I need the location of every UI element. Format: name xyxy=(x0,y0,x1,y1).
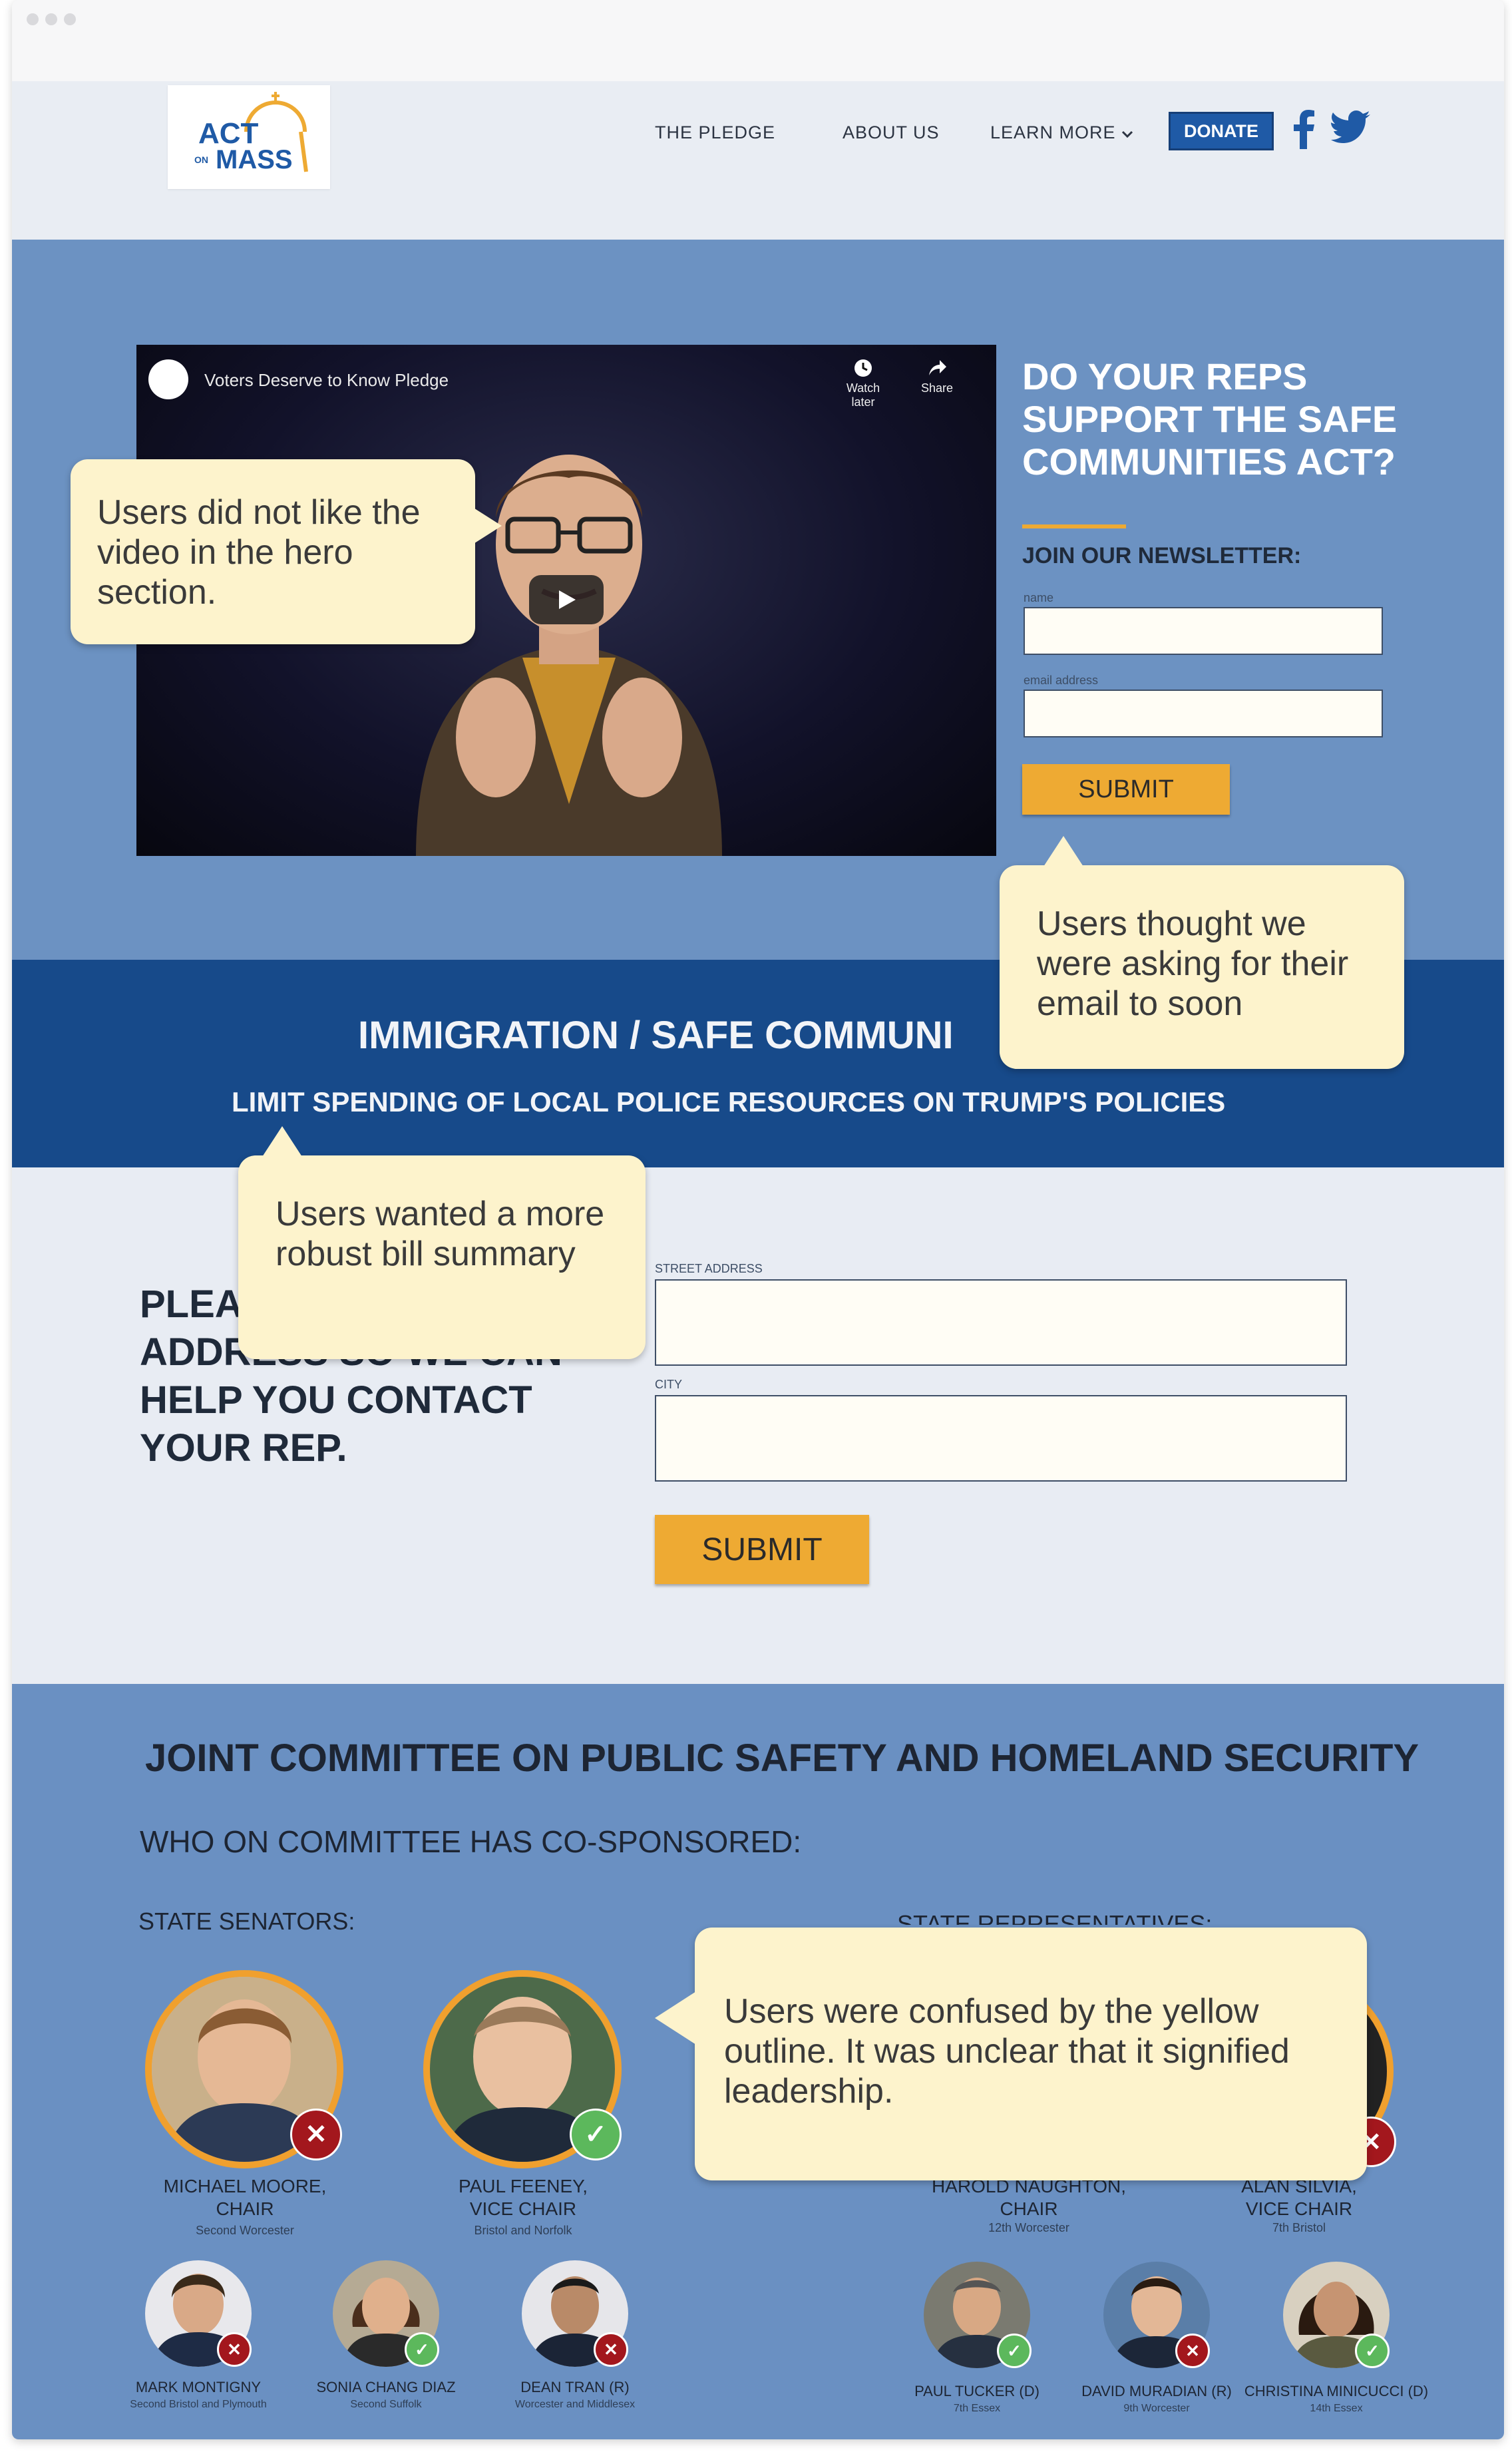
play-button[interactable] xyxy=(529,575,604,624)
share-label: Share xyxy=(920,381,954,395)
facebook-icon[interactable] xyxy=(1292,109,1316,152)
senator-leader-district: Second Worcester xyxy=(196,2224,294,2237)
newsletter-name-input[interactable] xyxy=(1024,607,1383,655)
site-header: ACT ON MASS THE PLEDGE ABOUT US LEARN MO… xyxy=(12,81,1504,241)
senator-district: Second Suffolk xyxy=(350,2399,422,2410)
callout-text: Users did not like the video in the hero… xyxy=(97,493,421,612)
rep-leader-district: 12th Worcester xyxy=(988,2221,1069,2234)
chevron-down-icon xyxy=(1122,130,1133,138)
nav-about-us[interactable]: ABOUT US xyxy=(843,122,940,143)
callout-text: Users were confused by the yellow outlin… xyxy=(724,1992,1290,2111)
site-logo[interactable]: ACT ON MASS xyxy=(168,85,330,189)
address-submit-button[interactable]: SUBMIT xyxy=(655,1515,869,1584)
callout-email: Users thought we were asking for their e… xyxy=(1000,836,1404,1069)
newsletter-email-input[interactable] xyxy=(1024,690,1383,737)
watch-later-label: Watch later xyxy=(846,381,880,409)
callout-leadership-outline: Users were confused by the yellow outlin… xyxy=(655,1928,1367,2180)
callout-pointer xyxy=(655,1991,696,2045)
senator-district: Second Bristol and Plymouth xyxy=(130,2399,267,2410)
rep-district: 9th Worcester xyxy=(1123,2403,1190,2414)
committee-question: WHO ON COMMITTEE HAS CO-SPONSORED: xyxy=(140,1824,802,1859)
video-title[interactable]: Voters Deserve to Know Pledge xyxy=(204,370,449,391)
senator-leader-role: VICE CHAIR xyxy=(469,2198,577,2219)
rep-district: 7th Essex xyxy=(953,2403,1001,2414)
browser-window: ACT ON MASS THE PLEDGE ABOUT US LEARN MO… xyxy=(12,0,1504,2439)
not-cosponsored-icon: ✕ xyxy=(217,2332,252,2367)
cosponsored-icon: ✓ xyxy=(570,2109,622,2160)
donate-button[interactable]: DONATE xyxy=(1169,112,1274,150)
rep-name: DAVID MURADIAN (R) xyxy=(1081,2383,1232,2399)
senators-label: STATE SENATORS: xyxy=(138,1908,355,1935)
email-field-label: email address xyxy=(1024,674,1099,687)
logo-text-on: ON xyxy=(194,154,208,165)
address-prompt-line: YOUR REP. xyxy=(140,1426,347,1470)
play-icon xyxy=(559,590,576,609)
window-dot[interactable] xyxy=(27,13,39,25)
nav-the-pledge[interactable]: THE PLEDGE xyxy=(655,122,775,143)
senator-name: SONIA CHANG DIAZ xyxy=(316,2379,456,2395)
callout-pointer xyxy=(472,507,502,544)
nav-learn-more-label: LEARN MORE xyxy=(990,122,1116,142)
senator-name: DEAN TRAN (R) xyxy=(520,2379,630,2395)
issue-title: IMMIGRATION / SAFE COMMUNI xyxy=(358,1014,954,1057)
callout-text: Users thought we were asking for their e… xyxy=(1037,905,1349,1023)
not-cosponsored-icon: ✕ xyxy=(1175,2334,1210,2368)
senator-leader-name: MICHAEL MOORE, xyxy=(163,2176,327,2196)
not-cosponsored-icon: ✕ xyxy=(290,2109,342,2160)
name-field-label: name xyxy=(1024,591,1054,604)
twitter-icon[interactable] xyxy=(1331,110,1371,147)
rep-name: PAUL TUCKER (D) xyxy=(914,2383,1040,2399)
city-input[interactable] xyxy=(655,1395,1347,1482)
city-label: CITY xyxy=(655,1378,683,1391)
rep-leader-role: VICE CHAIR xyxy=(1245,2198,1353,2219)
street-address-label: STREET ADDRESS xyxy=(655,1262,763,1275)
logo-text-mass: MASS xyxy=(216,145,293,174)
reps-label: STATE REPRESENTATIVES: xyxy=(897,1910,1213,1925)
cosponsored-icon: ✓ xyxy=(405,2332,439,2367)
senator-name: MARK MONTIGNY xyxy=(135,2379,262,2395)
hero-headline: DO YOUR REPS SUPPORT THE SAFE COMMUNITIE… xyxy=(1022,355,1398,483)
address-section: PLEA ADDRESS SO WE CAN HELP YOU CONTACT … xyxy=(12,1167,1504,1684)
window-dot[interactable] xyxy=(45,13,57,25)
rep-leader-role: CHAIR xyxy=(1000,2198,1058,2219)
callout-pointer xyxy=(1043,836,1083,867)
callout-text: Users wanted a more robust bill summary xyxy=(276,1195,605,1273)
rep-name: CHRISTINA MINICUCCI (D) xyxy=(1244,2383,1429,2399)
nav-learn-more[interactable]: LEARN MORE xyxy=(990,122,1133,143)
cosponsored-icon: ✓ xyxy=(997,2334,1032,2368)
not-cosponsored-icon: ✕ xyxy=(594,2332,628,2367)
street-address-input[interactable] xyxy=(655,1279,1347,1366)
senator-district: Worcester and Middlesex xyxy=(514,2399,636,2410)
callout-video: Users did not like the video in the hero… xyxy=(71,459,502,644)
clock-icon xyxy=(854,359,872,377)
cosponsored-icon: ✓ xyxy=(1355,2334,1390,2368)
issue-subtitle: LIMIT SPENDING OF LOCAL POLICE RESOURCES… xyxy=(232,1086,1226,1118)
rep-district: 14th Essex xyxy=(1310,2403,1363,2414)
newsletter-label: JOIN OUR NEWSLETTER: xyxy=(1022,543,1302,568)
rep-leader-district: 7th Bristol xyxy=(1272,2221,1326,2234)
watch-later-button[interactable]: Watch later xyxy=(837,358,890,409)
window-dot[interactable] xyxy=(64,13,76,25)
channel-avatar-icon[interactable] xyxy=(148,359,188,399)
share-button[interactable]: Share xyxy=(914,358,960,395)
callout-pointer xyxy=(262,1126,302,1157)
share-icon xyxy=(929,360,946,375)
newsletter-submit-button[interactable]: SUBMIT xyxy=(1022,764,1230,815)
committee-title: JOINT COMMITTEE ON PUBLIC SAFETY AND HOM… xyxy=(145,1737,1419,1780)
senator-leader-district: Bristol and Norfolk xyxy=(474,2224,572,2237)
senator-leader-role: CHAIR xyxy=(216,2198,274,2219)
callout-bill-summary: Users wanted a more robust bill summary xyxy=(238,1126,646,1359)
address-prompt-line: HELP YOU CONTACT xyxy=(140,1378,532,1422)
headline-divider xyxy=(1022,524,1126,528)
senator-leader-name: PAUL FEENEY, xyxy=(458,2176,588,2196)
